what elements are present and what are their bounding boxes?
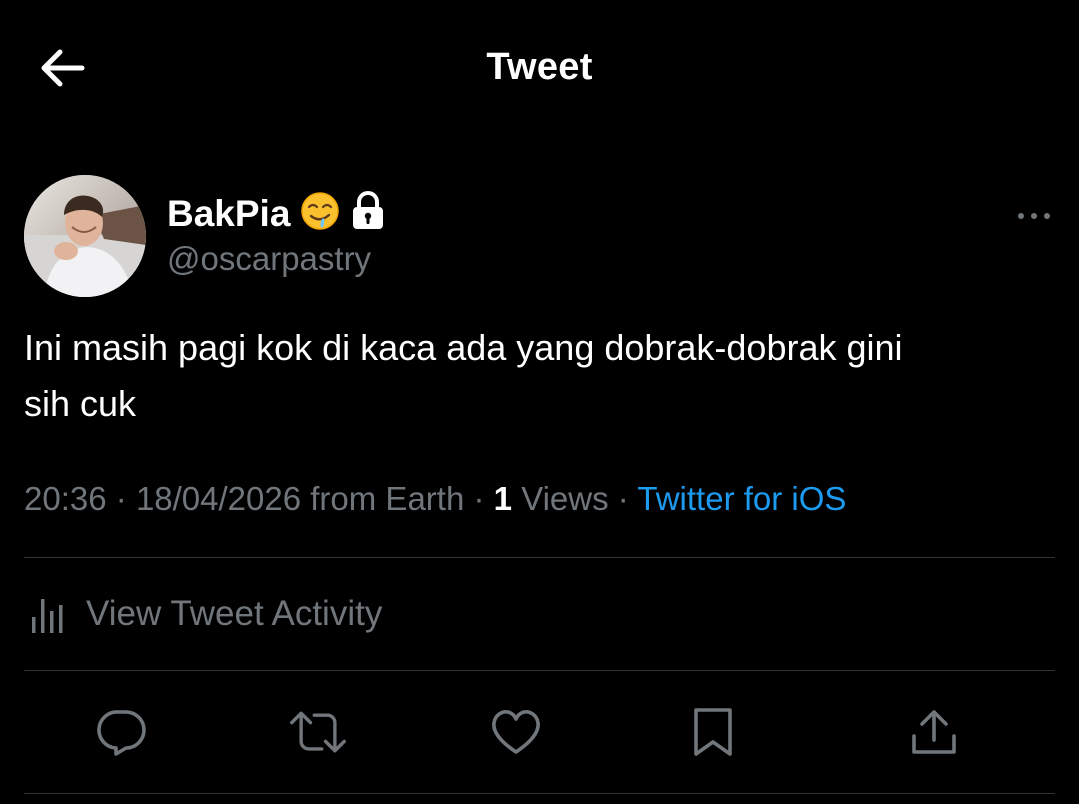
divider bbox=[24, 670, 1055, 671]
views-label: Views bbox=[521, 480, 609, 517]
lock-icon bbox=[350, 191, 386, 236]
activity-label: View Tweet Activity bbox=[86, 594, 383, 633]
avatar[interactable] bbox=[24, 175, 146, 297]
tweet-text: Ini masih pagi kok di kaca ada yang dobr… bbox=[24, 320, 1044, 432]
user-handle[interactable]: @oscarpastry bbox=[167, 240, 371, 278]
tweet-meta: 20:36 · 18/04/2026 from Earth · 1 Views … bbox=[24, 480, 846, 518]
top-bar: Tweet bbox=[0, 0, 1079, 135]
divider bbox=[24, 793, 1055, 794]
tweet-author: BakPia @oscarpastry bbox=[24, 173, 1054, 298]
tweet-text-line: sih cuk bbox=[24, 383, 137, 424]
tweet-text-line: Ini masih pagi kok di kaca ada yang dobr… bbox=[24, 327, 903, 368]
retweet-button[interactable] bbox=[288, 702, 348, 762]
share-button[interactable] bbox=[904, 702, 964, 762]
tweet-time: 20:36 bbox=[24, 480, 107, 517]
reply-button[interactable] bbox=[92, 702, 152, 762]
bookmark-icon bbox=[694, 708, 732, 756]
drooling-face-emoji bbox=[300, 191, 340, 236]
bookmark-button[interactable] bbox=[683, 702, 743, 762]
avatar-photo bbox=[24, 175, 146, 297]
like-button[interactable] bbox=[486, 702, 546, 762]
display-name: BakPia bbox=[167, 192, 291, 234]
views-count: 1 bbox=[493, 480, 513, 517]
retweet-icon bbox=[290, 711, 346, 753]
separator: · bbox=[617, 480, 629, 517]
more-options-button[interactable] bbox=[1014, 201, 1054, 231]
tweet-action-bar bbox=[0, 684, 1079, 784]
tweet-date: 18/04/2026 from Earth bbox=[135, 480, 465, 517]
more-horizontal-icon bbox=[1018, 213, 1050, 219]
reply-icon bbox=[97, 710, 146, 756]
separator: · bbox=[115, 480, 127, 517]
page-title: Tweet bbox=[486, 46, 593, 88]
share-icon bbox=[912, 710, 956, 754]
view-tweet-activity-button[interactable]: View Tweet Activity bbox=[24, 558, 1055, 670]
display-name-row[interactable]: BakPia bbox=[167, 191, 386, 236]
separator: · bbox=[473, 480, 485, 517]
analytics-icon bbox=[32, 599, 63, 633]
source-link[interactable]: Twitter for iOS bbox=[637, 480, 846, 517]
heart-icon bbox=[492, 710, 540, 754]
